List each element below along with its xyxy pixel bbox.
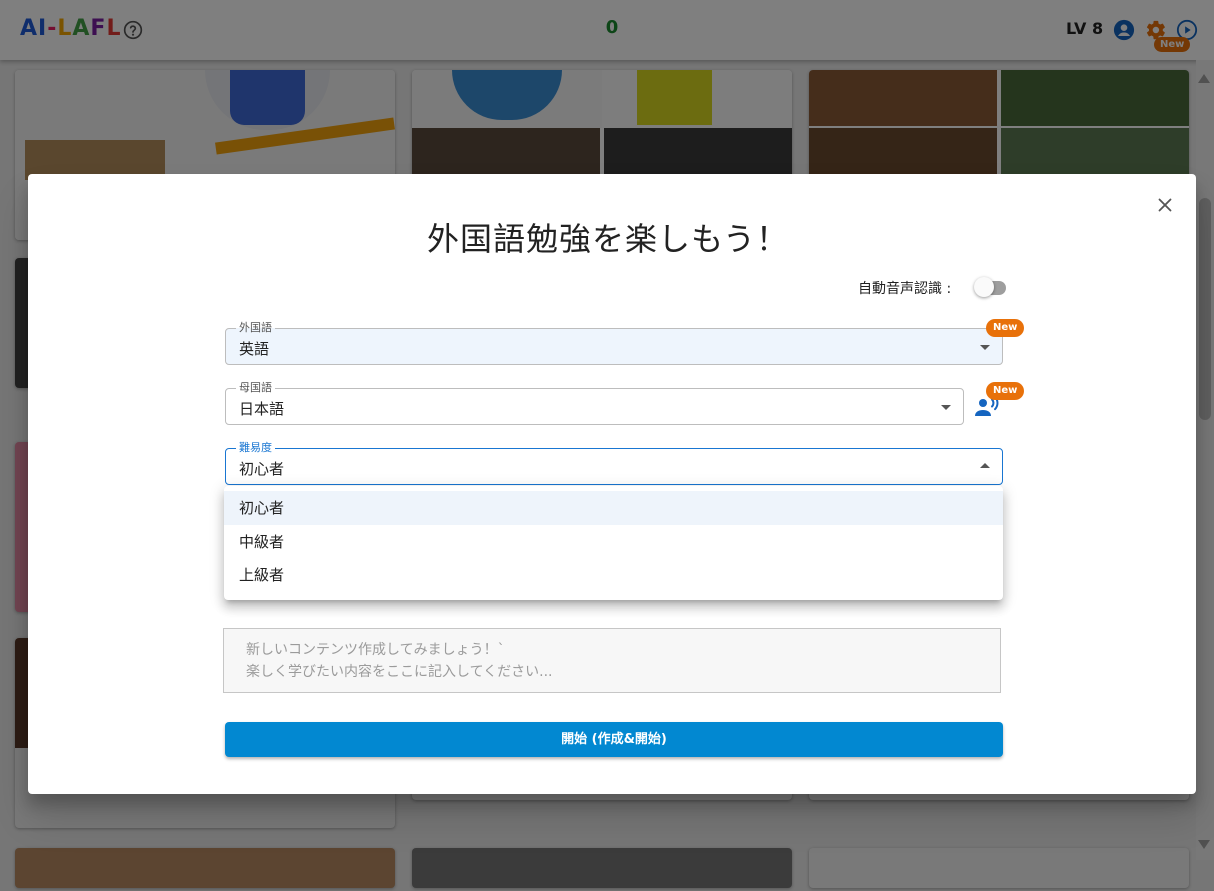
native-language-select[interactable]: 母国語 日本語 — [225, 381, 964, 425]
start-dialog: 外国語勉強を楽しもう！ 自動音声認識 : 外国語 英語 New 母国語 日本語 … — [28, 174, 1196, 794]
toggle-thumb — [974, 277, 994, 297]
new-badge: New — [986, 319, 1025, 337]
difficulty-value: 初心者 — [239, 460, 285, 478]
dialog-title: 外国語勉強を楽しもう！ — [426, 220, 790, 258]
close-icon[interactable] — [1154, 194, 1176, 216]
auto-speech-toggle[interactable] — [974, 277, 1006, 297]
foreign-language-label: 外国語 — [236, 321, 275, 335]
content-input-placeholder: 新しいコンテンツ作成してみましょう！` 楽しく学びたい内容をここに記入してくださ… — [246, 642, 553, 680]
difficulty-option[interactable]: 初心者 — [224, 491, 1003, 525]
difficulty-select[interactable]: 難易度 初心者 — [225, 441, 1003, 485]
content-input[interactable]: 新しいコンテンツ作成してみましょう！` 楽しく学びたい内容をここに記入してくださ… — [223, 628, 1001, 693]
new-badge: New — [986, 382, 1025, 400]
auto-speech-label: 自動音声認識 : — [858, 281, 952, 297]
native-language-value: 日本語 — [239, 400, 285, 418]
difficulty-label: 難易度 — [236, 441, 275, 455]
dropdown-arrow-icon — [980, 345, 990, 350]
native-language-label: 母国語 — [236, 381, 275, 395]
dropdown-arrow-up-icon — [980, 463, 990, 468]
difficulty-options-menu: 初心者 中級者 上級者 — [224, 486, 1003, 600]
start-button[interactable]: 開始 (作成&開始) — [225, 722, 1003, 757]
difficulty-option[interactable]: 上級者 — [224, 558, 1003, 592]
foreign-language-select[interactable]: 外国語 英語 — [225, 321, 1003, 365]
foreign-language-value: 英語 — [239, 340, 270, 358]
difficulty-option[interactable]: 中級者 — [224, 525, 1003, 559]
dropdown-arrow-icon — [941, 405, 951, 410]
